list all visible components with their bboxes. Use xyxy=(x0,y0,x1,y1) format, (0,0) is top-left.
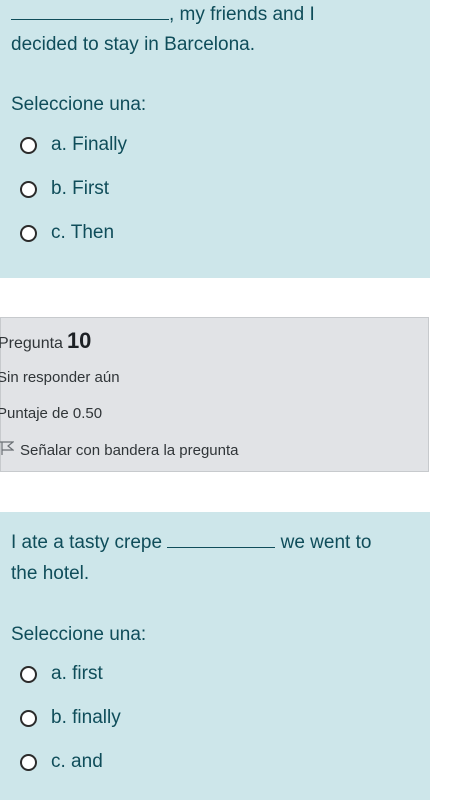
select-one-prompt: Seleccione una: xyxy=(11,94,147,115)
radio-button[interactable] xyxy=(20,136,37,154)
flag-label: Señalar con bandera la pregunta xyxy=(20,442,239,459)
question-text: I ate a tasty crepe we went to xyxy=(11,528,371,558)
question-text: , my friends and I xyxy=(11,0,315,30)
question-text-line2: decided to stay in Barcelona. xyxy=(11,34,255,55)
option-c[interactable]: c. Then xyxy=(20,219,114,247)
question-text-segment: I ate a tasty crepe xyxy=(11,532,163,553)
option-label: c. and xyxy=(51,751,103,772)
answer-blank xyxy=(167,530,276,548)
question-info-panel: Pregunta 10 Sin responder aún Puntaje de … xyxy=(0,317,429,472)
option-a[interactable]: a. first xyxy=(20,660,103,688)
radio-button[interactable] xyxy=(20,665,37,683)
question-text-segment: , my friends and I xyxy=(169,4,315,25)
radio-button[interactable] xyxy=(20,753,37,771)
option-b[interactable]: b. First xyxy=(20,175,109,203)
radio-button[interactable] xyxy=(20,180,37,198)
option-label: a. first xyxy=(51,663,103,684)
question-10-body: I ate a tasty crepe we went to the hotel… xyxy=(0,512,430,800)
flag-icon[interactable] xyxy=(0,441,15,460)
question-number-heading: Pregunta 10 xyxy=(0,328,91,354)
question-label: Pregunta xyxy=(0,335,63,352)
option-a[interactable]: a. Finally xyxy=(20,131,127,159)
question-number: 10 xyxy=(66,328,92,353)
flag-question-link[interactable]: Señalar con bandera la pregunta xyxy=(0,441,239,460)
radio-button[interactable] xyxy=(20,709,37,727)
option-c[interactable]: c. and xyxy=(20,748,103,776)
question-text-line2: the hotel. xyxy=(11,563,90,584)
radio-button[interactable] xyxy=(20,224,37,242)
option-label: a. Finally xyxy=(51,134,128,155)
question-status: Sin responder aún xyxy=(0,369,120,386)
answer-blank xyxy=(11,2,169,20)
option-label: b. First xyxy=(51,178,110,199)
option-b[interactable]: b. finally xyxy=(20,704,121,732)
option-label: c. Then xyxy=(51,222,115,243)
question-9-body: , my friends and I decided to stay in Ba… xyxy=(0,0,430,278)
select-one-prompt: Seleccione una: xyxy=(11,624,147,645)
question-score: Puntaje de 0.50 xyxy=(0,405,103,422)
question-text-segment: we went to xyxy=(280,532,372,553)
option-label: b. finally xyxy=(51,707,121,728)
